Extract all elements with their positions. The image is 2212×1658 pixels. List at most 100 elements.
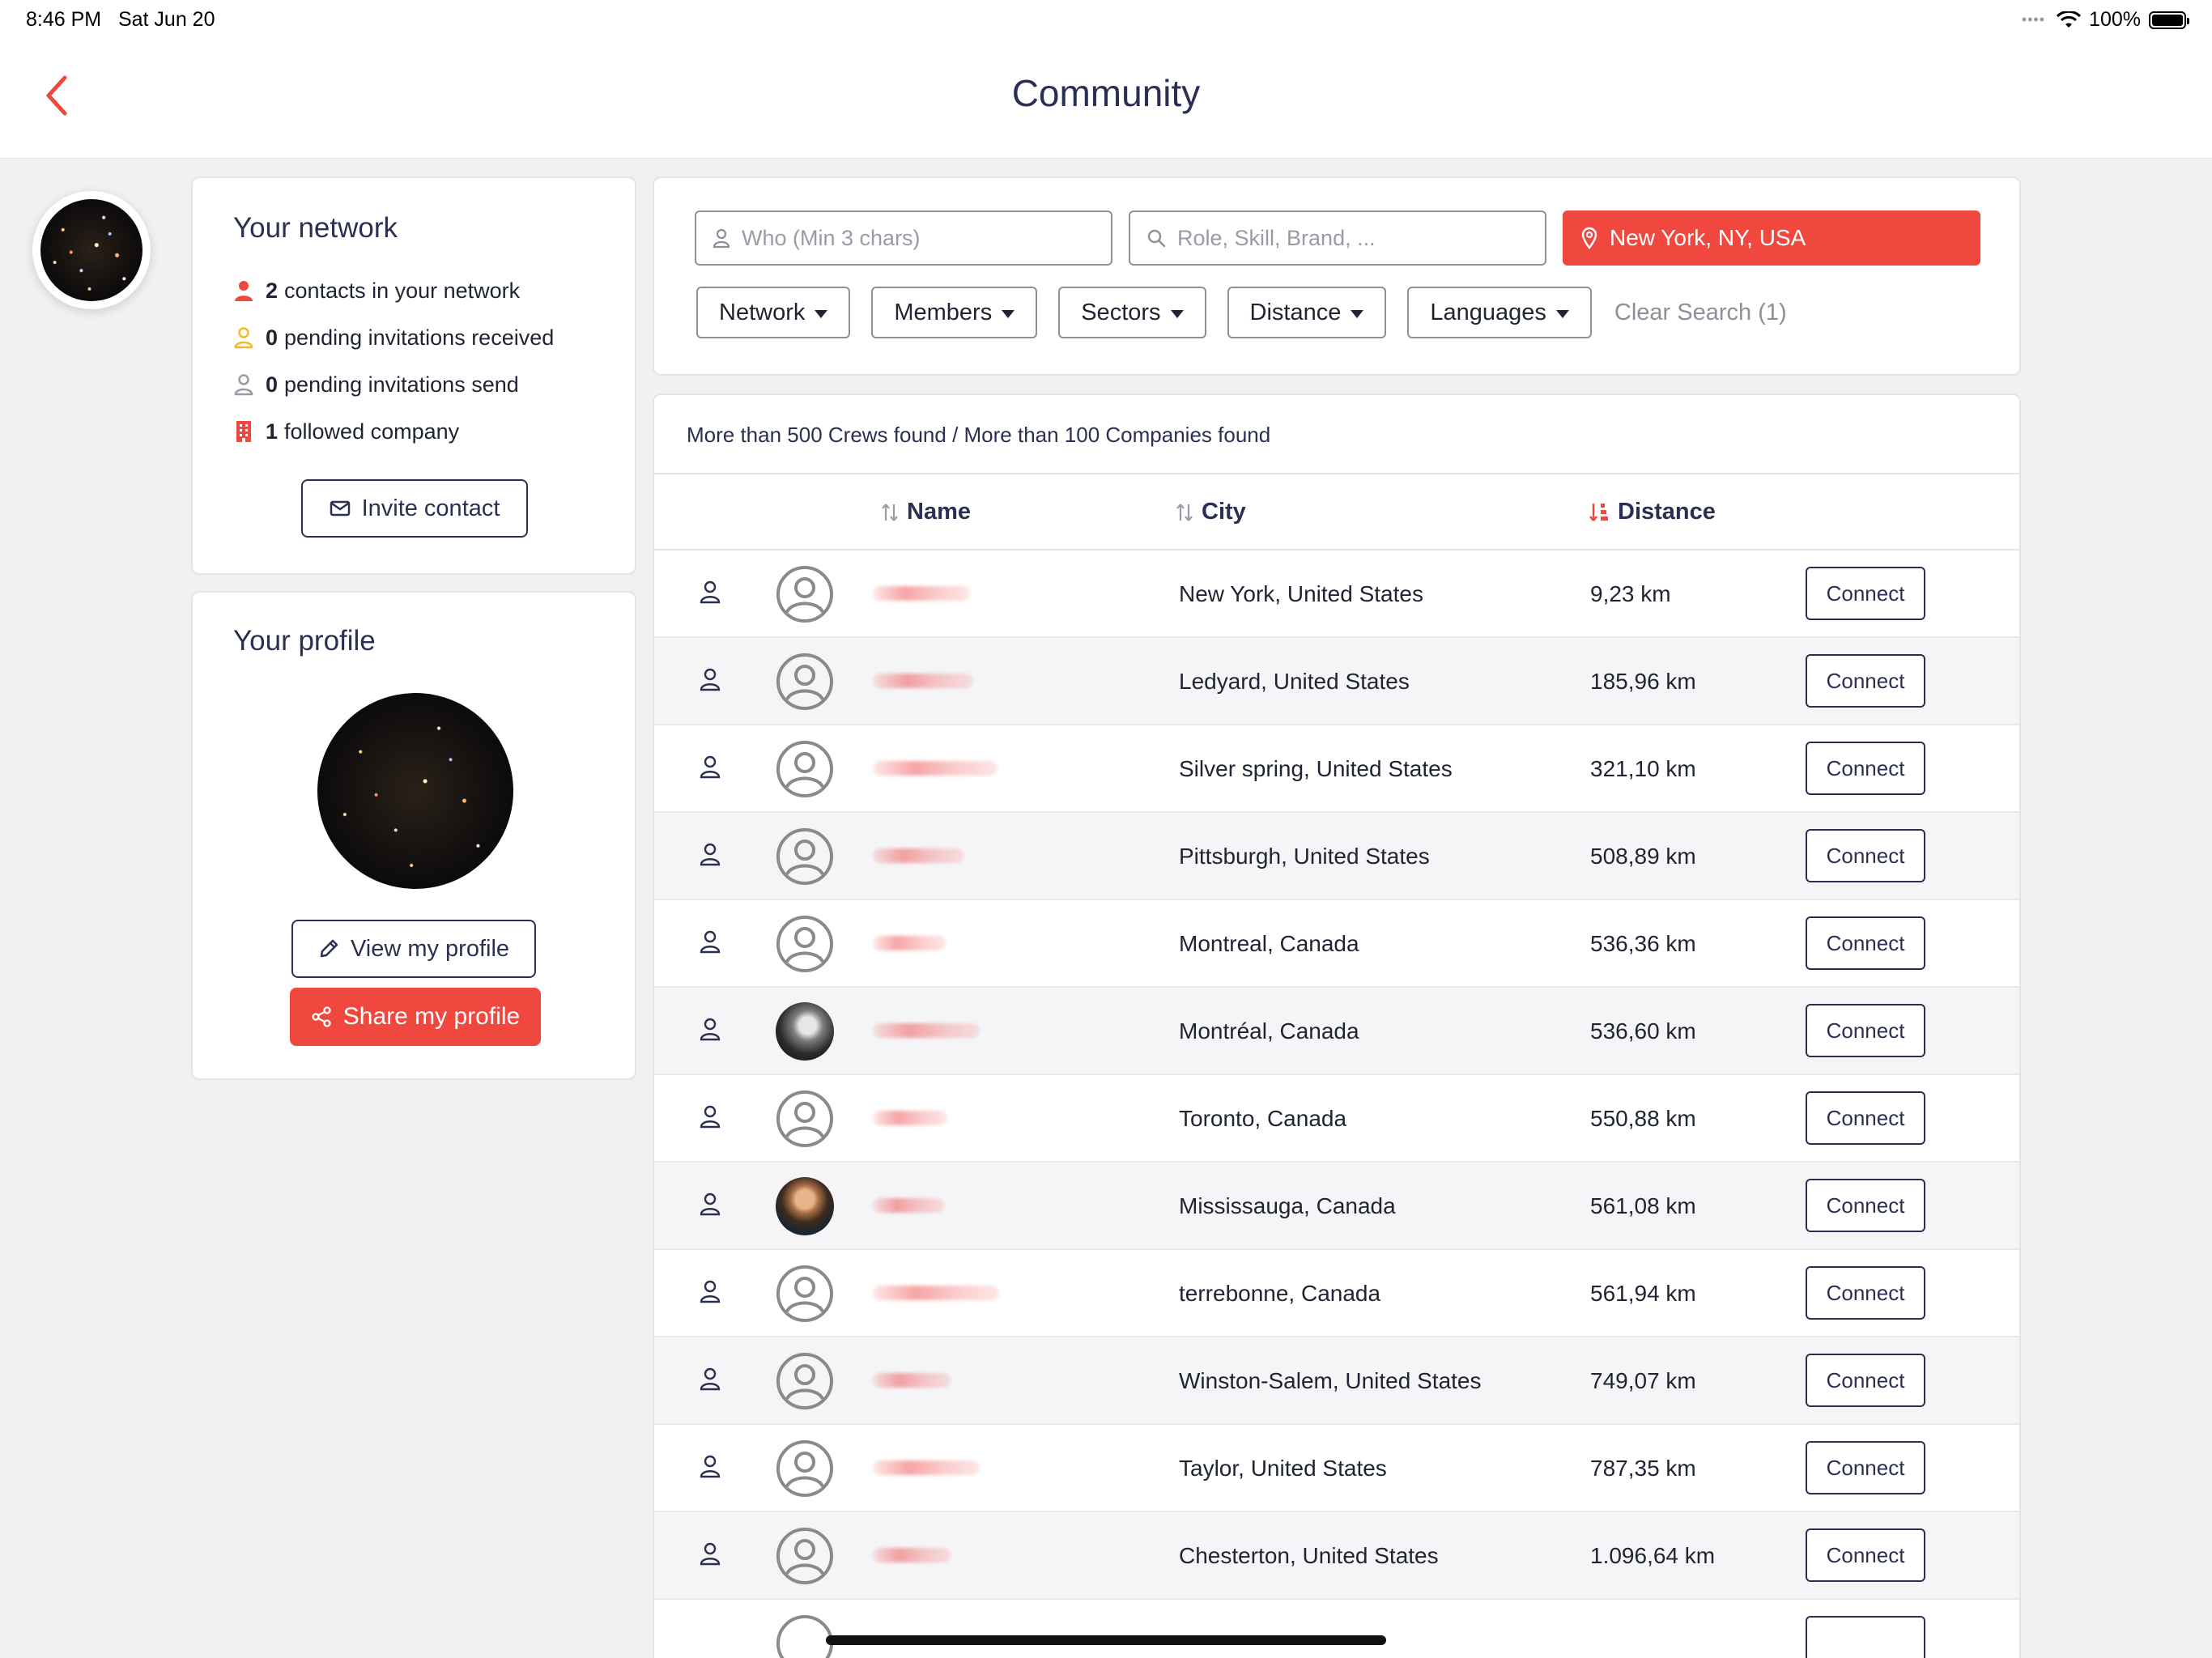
network-contacts[interactable]: 2 contacts in your network <box>233 267 554 314</box>
default-avatar-icon[interactable] <box>776 1090 834 1148</box>
redacted-name[interactable] <box>873 1460 980 1475</box>
redacted-name[interactable] <box>873 761 998 776</box>
default-avatar-icon[interactable] <box>776 1614 834 1658</box>
person-outline-icon <box>700 580 724 607</box>
role-search-input[interactable] <box>1177 225 1534 251</box>
filter-label: Network <box>719 299 806 325</box>
table-row[interactable]: Montréal, Canada 536,60 km Connect <box>654 988 2019 1075</box>
redacted-name[interactable] <box>873 848 963 863</box>
profile-card: Your profile View my profile Share my pr… <box>191 591 636 1080</box>
table-row[interactable]: Taylor, United States 787,35 km Connect <box>654 1425 2019 1512</box>
view-profile-button[interactable]: View my profile <box>291 920 536 978</box>
profile-photo <box>317 693 513 889</box>
connect-button[interactable]: Connect <box>1806 916 1925 970</box>
city-column-header[interactable]: City <box>1176 499 1246 525</box>
side-profile-avatar[interactable] <box>32 191 151 309</box>
default-avatar-icon[interactable] <box>776 827 834 886</box>
redacted-name[interactable] <box>873 1548 951 1562</box>
distance-cell: 536,36 km <box>1590 931 1696 956</box>
person-outline-icon <box>700 1017 724 1044</box>
status-time: 8:46 PM Sat Jun 20 <box>26 8 215 32</box>
table-row[interactable]: terrebonne, Canada 561,94 km Connect <box>654 1250 2019 1337</box>
table-row[interactable]: Chesterton, United States 1.096,64 km Conn… <box>654 1512 2019 1600</box>
connect-button[interactable]: Connect <box>1806 1354 1925 1407</box>
city-cell: Chesterton, United States <box>1179 1543 1439 1568</box>
members-filter-button[interactable]: Members <box>871 287 1038 338</box>
avatar-photo[interactable] <box>776 1002 834 1061</box>
city-cell: Mississauga, Canada <box>1179 1193 1396 1218</box>
network-followed-companies[interactable]: 1 followed company <box>233 408 554 455</box>
table-row-partial[interactable] <box>654 1600 2019 1658</box>
table-row[interactable]: New York, United States 9,23 km Connect <box>654 551 2019 638</box>
table-row[interactable]: Mississauga, Canada 561,08 km Connect <box>654 1163 2019 1250</box>
received-count: 0 <box>266 325 279 350</box>
table-row[interactable]: Pittsburgh, United States 508,89 km Connec… <box>654 813 2019 900</box>
companies-label: followed company <box>284 419 460 444</box>
profile-title: Your profile <box>233 625 376 657</box>
name-column-header[interactable]: Name <box>881 499 971 525</box>
contacts-count: 2 <box>266 278 279 303</box>
redacted-name[interactable] <box>873 674 973 688</box>
city-cell: New York, United States <box>1179 581 1423 606</box>
default-avatar-icon[interactable] <box>776 1439 834 1498</box>
default-avatar-icon[interactable] <box>776 565 834 623</box>
clear-search-link[interactable]: Clear Search (1) <box>1614 300 1787 326</box>
filter-label: Members <box>894 299 993 325</box>
connect-button[interactable]: Connect <box>1806 654 1925 708</box>
connect-button[interactable]: Connect <box>1806 1441 1925 1494</box>
network-invitations-received[interactable]: 0 pending invitations received <box>233 314 554 361</box>
view-profile-label: View my profile <box>350 935 510 962</box>
default-avatar-icon[interactable] <box>776 915 834 973</box>
default-avatar-icon[interactable] <box>776 1265 834 1323</box>
connect-button[interactable]: Connect <box>1806 567 1925 620</box>
connect-button[interactable] <box>1806 1616 1925 1658</box>
caret-down-icon <box>1555 309 1569 318</box>
redacted-name[interactable] <box>873 1023 980 1038</box>
connect-button[interactable]: Connect <box>1806 1528 1925 1582</box>
distance-filter-button[interactable]: Distance <box>1227 287 1387 338</box>
date-text: Sat Jun 20 <box>117 8 215 31</box>
default-avatar-icon[interactable] <box>776 1527 834 1585</box>
network-filter-button[interactable]: Network <box>696 287 851 338</box>
table-row[interactable]: Winston-Salem, United States 749,07 km Con… <box>654 1337 2019 1425</box>
redacted-name[interactable] <box>873 1198 944 1213</box>
redacted-name[interactable] <box>873 1373 951 1388</box>
table-row[interactable]: Silver spring, United States 321,10 km Con… <box>654 725 2019 813</box>
who-search-field[interactable] <box>695 210 1112 266</box>
default-avatar-icon[interactable] <box>776 1352 834 1410</box>
connect-button[interactable]: Connect <box>1806 1266 1925 1320</box>
distance-column-header[interactable]: Distance <box>1589 499 1716 525</box>
connect-button[interactable]: Connect <box>1806 742 1925 795</box>
person-outline-icon <box>700 842 724 869</box>
table-row[interactable]: Toronto, Canada 550,88 km Connect <box>654 1075 2019 1163</box>
network-invitations-sent[interactable]: 0 pending invitations send <box>233 361 554 408</box>
time-text: 8:46 PM <box>26 8 102 31</box>
connect-button[interactable]: Connect <box>1806 1091 1925 1145</box>
default-avatar-icon[interactable] <box>776 740 834 798</box>
location-field[interactable]: New York, NY, USA <box>1563 210 1980 266</box>
invite-contact-button[interactable]: Invite contact <box>301 479 528 538</box>
default-avatar-icon[interactable] <box>776 653 834 711</box>
companies-count: 1 <box>266 419 279 444</box>
connect-button[interactable]: Connect <box>1806 1004 1925 1057</box>
redacted-name[interactable] <box>873 936 946 950</box>
avatar-photo[interactable] <box>776 1177 834 1235</box>
languages-filter-button[interactable]: Languages <box>1407 287 1592 338</box>
distance-cell: 536,60 km <box>1590 1018 1696 1044</box>
person-outline-icon <box>233 372 254 397</box>
filter-label: Distance <box>1249 299 1342 325</box>
share-profile-button[interactable]: Share my profile <box>290 988 541 1046</box>
redacted-name[interactable] <box>873 1111 947 1125</box>
table-row[interactable]: Montreal, Canada 536,36 km Connect <box>654 900 2019 988</box>
table-row[interactable]: Ledyard, United States 185,96 km Connect <box>654 638 2019 725</box>
role-search-field[interactable] <box>1129 210 1546 266</box>
sectors-filter-button[interactable]: Sectors <box>1058 287 1206 338</box>
connect-button[interactable]: Connect <box>1806 829 1925 882</box>
share-profile-label: Share my profile <box>342 1003 521 1030</box>
who-search-input[interactable] <box>742 225 1098 251</box>
received-label: pending invitations received <box>284 325 555 350</box>
redacted-name[interactable] <box>873 1286 999 1300</box>
connect-button[interactable]: Connect <box>1806 1179 1925 1232</box>
redacted-name[interactable] <box>873 586 970 601</box>
person-outline-icon <box>233 325 254 350</box>
